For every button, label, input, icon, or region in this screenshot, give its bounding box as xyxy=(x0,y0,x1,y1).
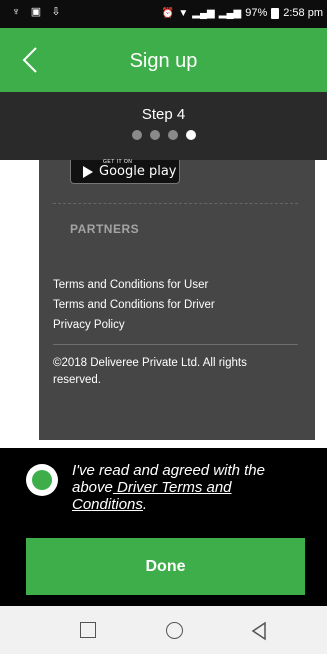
clock: 2:58 pm xyxy=(283,7,323,19)
battery-percent: 97% xyxy=(245,7,268,19)
radio-checked-indicator xyxy=(32,470,52,490)
signup-screen: ♆ ▣ ⇩ ⏰ ▼ ▂▄▆ ▂▄▆ 97% 2:58 pm Sign up St… xyxy=(0,0,327,654)
back-triangle-icon[interactable] xyxy=(249,621,269,641)
step-dot xyxy=(167,130,178,140)
copyright-text: ©2018 Deliveree Private Ltd. All rights … xyxy=(53,357,247,386)
agree-radio[interactable] xyxy=(26,464,58,496)
step-dot xyxy=(131,130,142,140)
system-nav-bar xyxy=(0,606,327,654)
done-button[interactable]: Done xyxy=(26,538,305,595)
step-dot-active xyxy=(185,130,196,140)
home-icon[interactable] xyxy=(166,622,183,639)
divider xyxy=(53,344,298,345)
page-title: Sign up xyxy=(129,50,198,72)
agreement-text: I've read and agreed with the above Driv… xyxy=(72,462,265,513)
wifi-icon: ▼ xyxy=(178,7,189,19)
partners-heading: PARTNERS xyxy=(70,222,140,236)
alarm-icon: ⏰ xyxy=(161,7,175,19)
status-bar: ♆ ▣ ⇩ ⏰ ▼ ▂▄▆ ▂▄▆ 97% 2:58 pm xyxy=(0,0,327,28)
battery-icon xyxy=(271,7,280,19)
recents-icon[interactable] xyxy=(80,622,96,638)
step-indicator: Step 4 xyxy=(0,92,327,160)
google-play-label: Google play xyxy=(99,164,177,179)
app-header: Sign up xyxy=(0,28,327,92)
usb-icon: ♆ xyxy=(11,6,21,18)
footer-links: Terms and Conditions for User Terms and … xyxy=(53,275,215,335)
signal-icon: ▂▄▆ xyxy=(192,7,215,19)
link-privacy-policy[interactable]: Privacy Policy xyxy=(53,315,215,335)
signal-icon: ▂▄▆ xyxy=(218,7,242,19)
google-play-badge[interactable]: GET IT ON Google play xyxy=(70,159,180,184)
link-terms-driver[interactable]: Terms and Conditions for Driver xyxy=(53,295,215,315)
link-terms-user[interactable]: Terms and Conditions for User xyxy=(53,275,215,295)
step-dots xyxy=(0,130,327,140)
agreement-section: I've read and agreed with the above Driv… xyxy=(0,448,327,533)
terms-content[interactable]: GET IT ON Google play PARTNERS Terms and… xyxy=(0,159,327,448)
footer-card: GET IT ON Google play PARTNERS Terms and… xyxy=(39,159,315,440)
divider xyxy=(53,203,298,204)
step-label: Step 4 xyxy=(141,106,186,123)
download-icon: ⇩ xyxy=(51,6,61,18)
step-dot xyxy=(149,130,160,140)
gallery-icon: ▣ xyxy=(30,6,42,18)
play-icon xyxy=(83,165,93,178)
